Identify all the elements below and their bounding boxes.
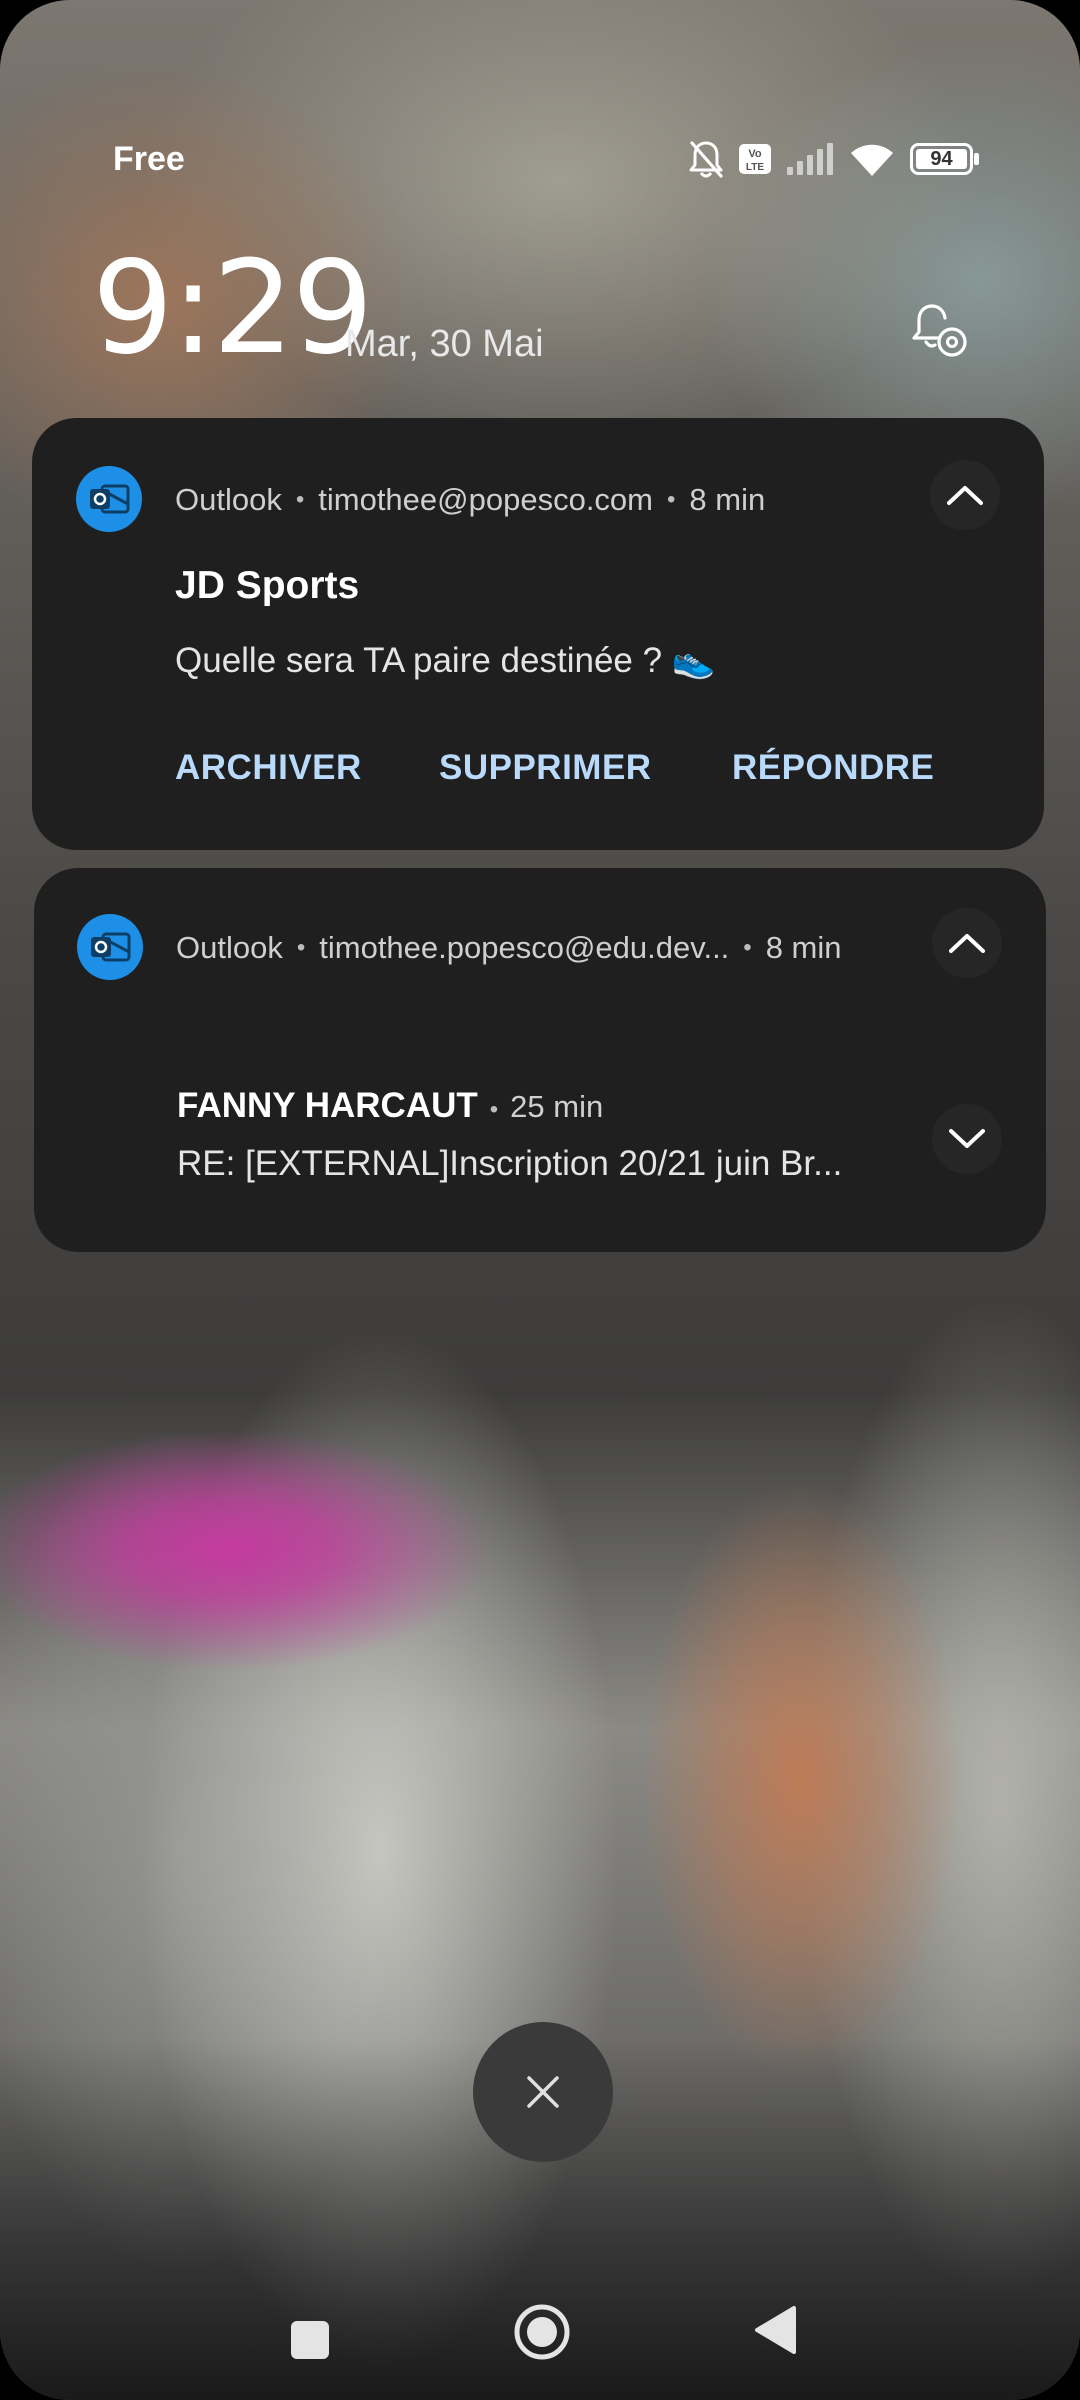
outlook-app-icon xyxy=(77,914,143,980)
battery-level: 94 xyxy=(930,148,953,170)
bell-muted-icon xyxy=(688,139,724,179)
back-icon xyxy=(755,2306,796,2354)
clock-date: Mar, 30 Mai xyxy=(345,323,544,365)
bell-settings-icon[interactable] xyxy=(908,300,972,364)
svg-text:LTE: LTE xyxy=(746,162,764,173)
separator-dot: • xyxy=(489,1096,499,1123)
clock-area: 9:29 Mar, 30 Mai xyxy=(92,245,992,385)
notification-card-jd-sports[interactable]: Outlook • timothee@popesco.com • 8 min J… xyxy=(32,418,1044,850)
recents-icon xyxy=(291,2321,329,2359)
volte-icon: Vo LTE xyxy=(738,143,772,175)
status-bar: Free Vo LTE 94 xyxy=(0,0,1080,200)
app-name: Outlook xyxy=(176,930,283,965)
chevron-down-icon xyxy=(949,1129,985,1148)
status-icons: Vo LTE 94 xyxy=(688,138,980,180)
close-icon xyxy=(527,2076,559,2108)
notification-card-outlook-edu[interactable]: Outlook • timothee.popesco@edu.dev... • … xyxy=(34,868,1046,1252)
separator-dot: • xyxy=(295,486,305,513)
wifi-icon xyxy=(848,141,896,177)
notification-title: JD Sports xyxy=(175,564,360,607)
notification-time: 8 min xyxy=(765,930,842,965)
home-button[interactable] xyxy=(502,2292,582,2372)
home-icon xyxy=(514,2304,570,2360)
notification-body: Quelle sera TA paire destinée ? 👟 xyxy=(175,641,716,680)
reply-button[interactable]: RÉPONDRE xyxy=(732,748,934,788)
chevron-up-icon xyxy=(947,486,983,505)
account-email: timothee.popesco@edu.dev... xyxy=(319,930,730,965)
account-email: timothee@popesco.com xyxy=(318,482,653,517)
separator-dot: • xyxy=(667,486,676,513)
collapse-button[interactable] xyxy=(932,908,1002,978)
clock-time: 9:29 xyxy=(92,234,373,383)
battery-icon: 94 xyxy=(910,143,980,175)
outlook-app-icon xyxy=(76,466,142,532)
clear-all-button[interactable] xyxy=(473,2022,613,2162)
svg-text:Vo: Vo xyxy=(748,148,762,160)
message-time: 25 min xyxy=(510,1089,604,1124)
notification-header: Outlook • timothee@popesco.com • 8 min xyxy=(175,482,765,518)
recents-button[interactable] xyxy=(270,2300,350,2380)
collapse-button[interactable] xyxy=(930,460,1000,530)
message-preview: RE: [EXTERNAL]Inscription 20/21 juin Br.… xyxy=(177,1144,843,1183)
message-sender: FANNY HARCAUT xyxy=(177,1086,478,1125)
carrier-name: Free xyxy=(113,140,185,178)
lock-screen: Free Vo LTE 94 9:29 Mar, 30 Mai Outlook … xyxy=(0,0,1080,2400)
chevron-up-icon xyxy=(949,934,985,953)
separator-dot: • xyxy=(296,934,306,961)
message-header: FANNY HARCAUT • 25 min xyxy=(177,1086,603,1126)
signal-icon xyxy=(786,143,834,175)
separator-dot: • xyxy=(743,934,752,961)
expand-button[interactable] xyxy=(932,1104,1002,1174)
notification-time: 8 min xyxy=(689,482,766,517)
app-name: Outlook xyxy=(175,482,282,517)
back-button[interactable] xyxy=(735,2290,815,2370)
delete-button[interactable]: SUPPRIMER xyxy=(439,748,652,788)
archive-button[interactable]: ARCHIVER xyxy=(175,748,362,788)
notification-header: Outlook • timothee.popesco@edu.dev... • … xyxy=(176,930,842,966)
